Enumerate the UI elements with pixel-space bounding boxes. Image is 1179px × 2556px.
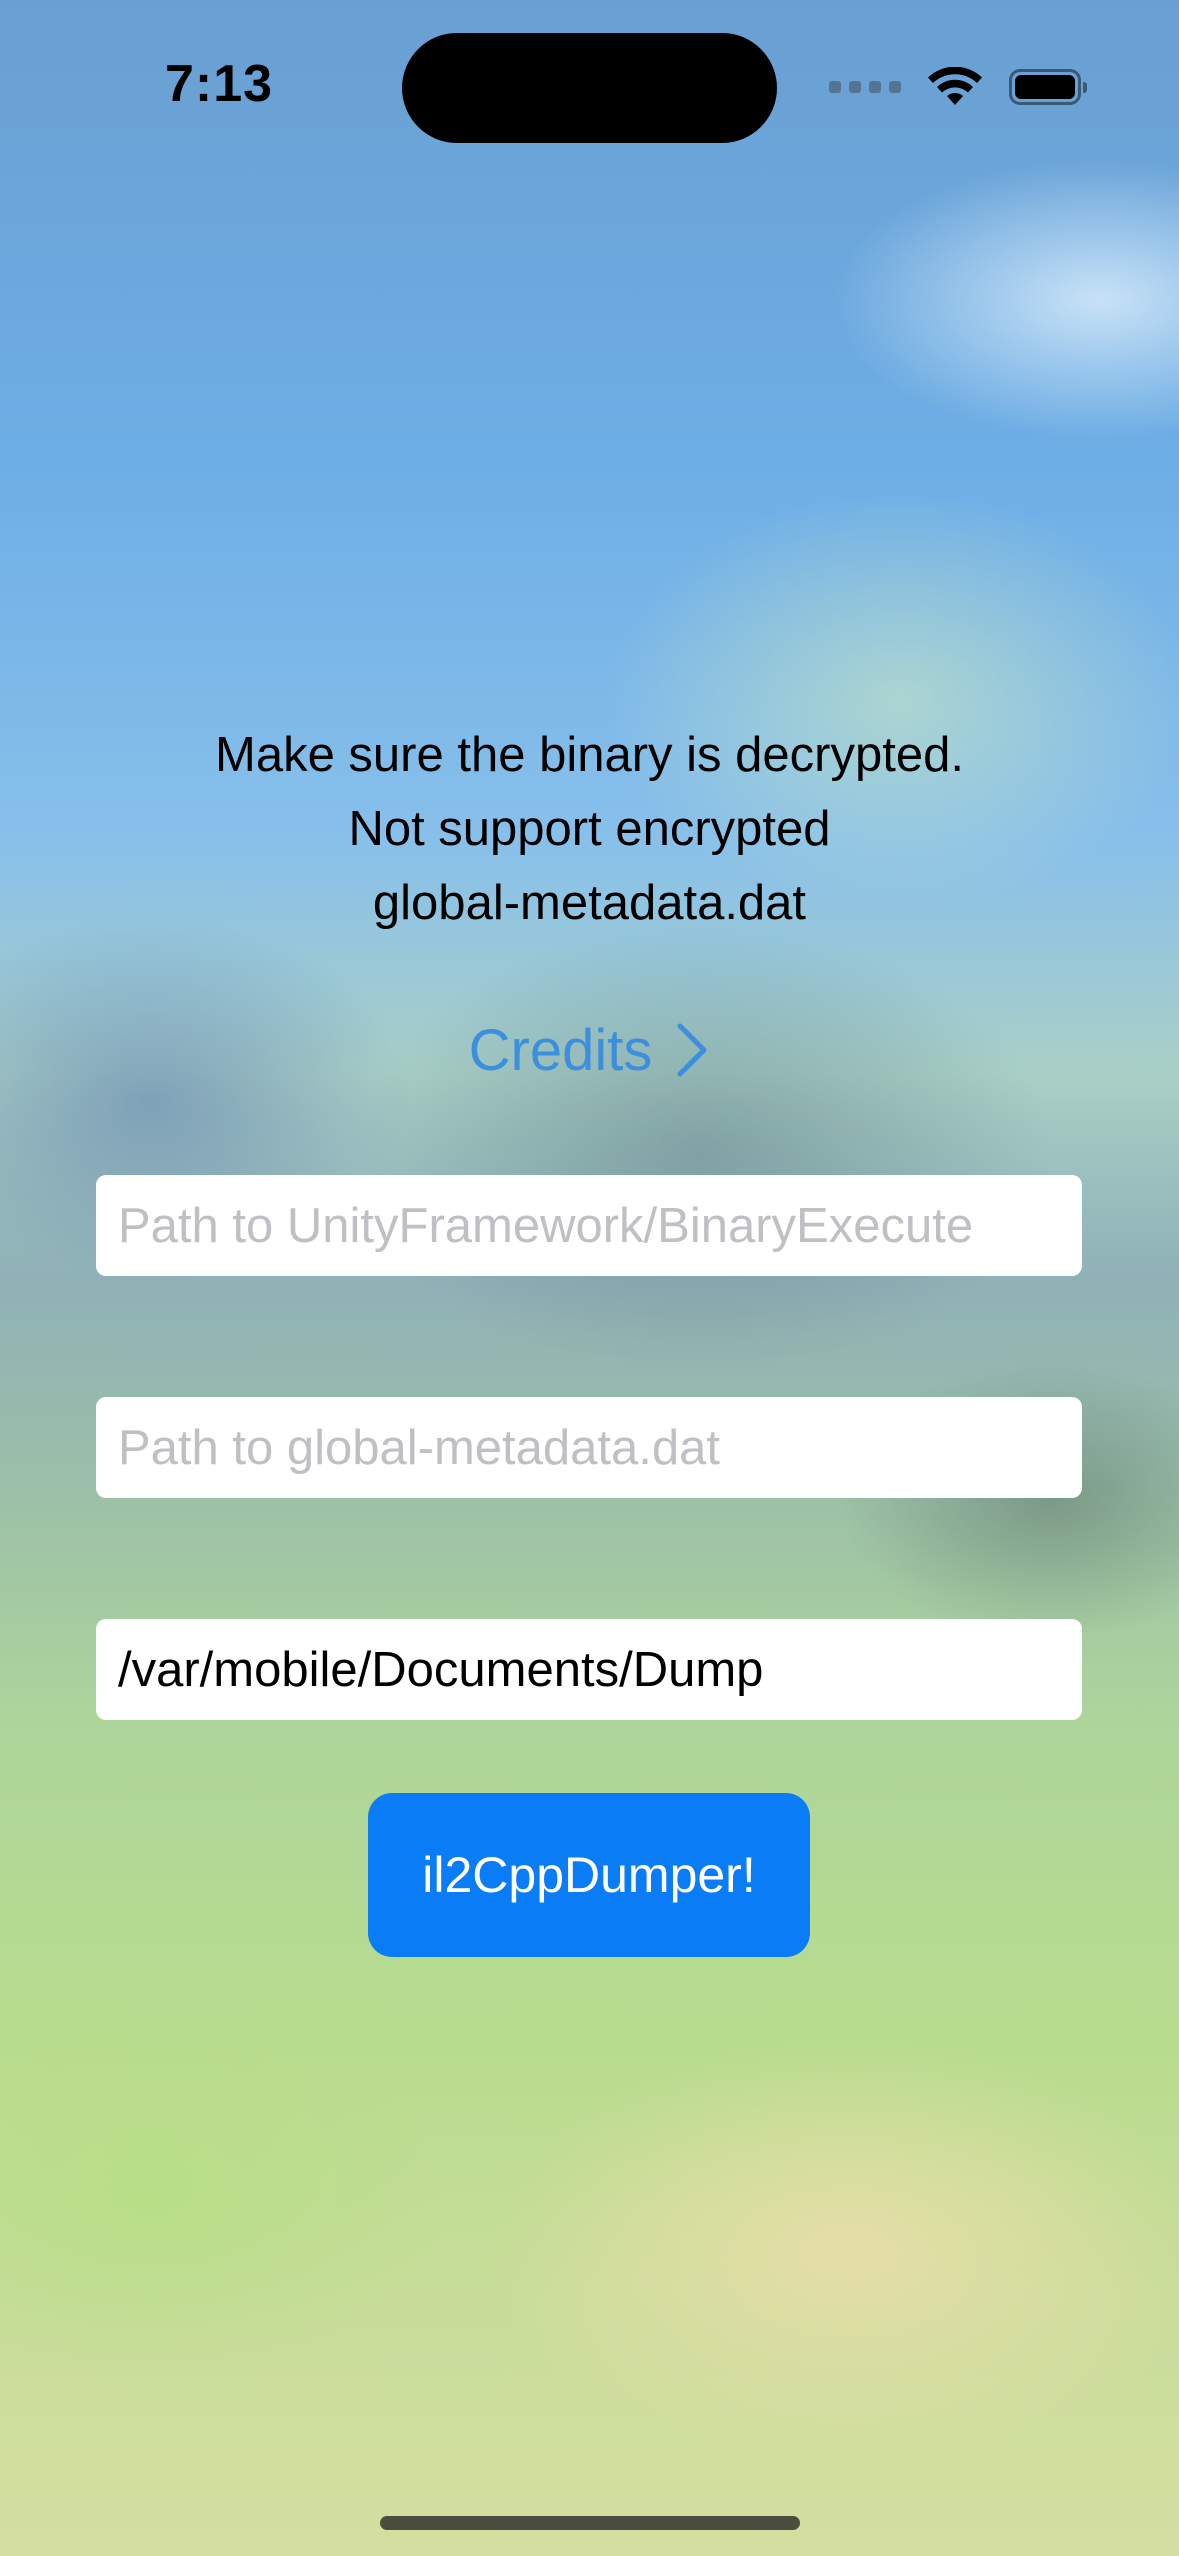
status-time: 7:13	[165, 55, 274, 113]
dump-button[interactable]: il2CppDumper!	[368, 1793, 810, 1957]
battery-icon	[1009, 69, 1087, 105]
instruction-line: global-metadata.dat	[372, 876, 807, 930]
status-icons	[829, 62, 1087, 112]
instruction-line: Not support encrypted	[348, 802, 831, 856]
wifi-icon	[928, 67, 982, 105]
credits-label: Credits	[468, 1017, 653, 1083]
dynamic-island	[402, 33, 777, 143]
app-screen: 7:13 Make sure the binary is decrypted. …	[0, 0, 1179, 2556]
chevron-right-icon	[677, 1023, 707, 1077]
cellular-signal-icon	[829, 81, 901, 93]
home-indicator[interactable]	[380, 2516, 800, 2530]
credits-button[interactable]: Credits	[0, 1010, 1179, 1090]
metadata-path-input[interactable]	[96, 1397, 1082, 1498]
binary-path-input[interactable]	[96, 1175, 1082, 1276]
instruction-line: Make sure the binary is decrypted.	[215, 728, 964, 782]
output-path-input[interactable]	[96, 1619, 1082, 1720]
instruction-message: Make sure the binary is decrypted. Not s…	[0, 718, 1179, 940]
